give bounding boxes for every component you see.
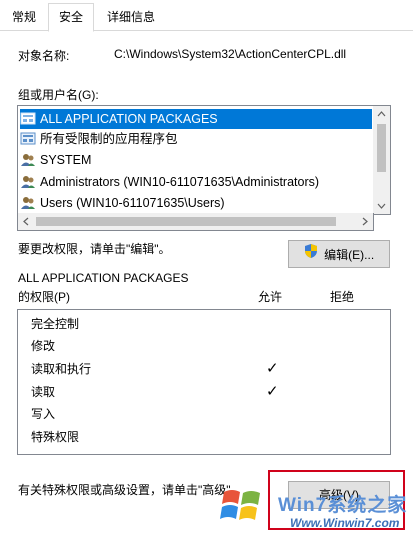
list-item[interactable]: SYSTEM	[20, 150, 91, 170]
change-permissions-text: 要更改权限，请单击"编辑"。	[18, 242, 171, 256]
principal-name: Users (WIN10-611071635\Users)	[40, 196, 225, 210]
permission-row: 完全控制	[31, 317, 80, 331]
edit-button-label: 编辑(E)...	[324, 247, 375, 262]
app-package-icon	[20, 111, 36, 127]
principal-name: 所有受限制的应用程序包	[40, 132, 178, 146]
watermark-text: Win7系统之家	[278, 495, 408, 516]
allow-read-check-icon: ✓	[266, 383, 279, 400]
deny-column-header: 拒绝	[330, 290, 355, 304]
watermark-url: Www.Winwin7.com	[290, 516, 400, 530]
permission-row: 特殊权限	[31, 430, 80, 444]
permission-row: 写入	[31, 407, 56, 421]
allow-read-execute-check-icon: ✓	[266, 360, 279, 377]
windows-logo-icon	[218, 482, 266, 530]
principal-name: Administrators (WIN10-611071635\Administ…	[40, 175, 320, 189]
allow-column-header: 允许	[258, 290, 283, 304]
list-item[interactable]: 所有受限制的应用程序包	[20, 129, 178, 149]
edit-button[interactable]: 编辑(E)...	[288, 240, 390, 268]
tab-bar: 常规 安全 详细信息	[0, 0, 413, 32]
users-group-icon	[20, 174, 36, 190]
uac-shield-icon	[304, 242, 318, 268]
object-name-value: C:\Windows\System32\ActionCenterCPL.dll	[114, 47, 347, 61]
vertical-scrollbar[interactable]	[373, 106, 390, 214]
users-group-icon	[20, 195, 36, 211]
permissions-list: 完全控制 修改 读取和执行 读取 写入 特殊权限 ✓ ✓	[17, 309, 391, 455]
list-item[interactable]: Administrators (WIN10-611071635\Administ…	[20, 172, 319, 192]
principal-name: SYSTEM	[40, 153, 92, 167]
object-name-label: 对象名称:	[18, 49, 70, 63]
permission-row: 修改	[31, 339, 56, 353]
users-group-icon	[20, 152, 36, 168]
permission-row: 读取	[31, 385, 56, 399]
app-package-icon	[20, 131, 36, 147]
tab-security[interactable]: 安全	[48, 3, 94, 32]
advanced-text: 有关特殊权限或高级设置，请单击"高级"。	[18, 483, 243, 497]
list-item[interactable]: Users (WIN10-611071635\Users)	[20, 193, 225, 213]
tab-details[interactable]: 详细信息	[100, 6, 162, 29]
permission-row: 读取和执行	[31, 362, 92, 376]
principals-list[interactable]: ALL APPLICATION PACKAGES 所有受限制的应用程序包 SYS…	[17, 105, 391, 215]
tab-general[interactable]: 常规	[6, 6, 42, 29]
permissions-label: 的权限(P)	[18, 290, 70, 304]
list-item[interactable]: ALL APPLICATION PACKAGES	[20, 109, 372, 129]
permissions-for-title: ALL APPLICATION PACKAGES	[18, 271, 189, 285]
horizontal-scrollbar[interactable]	[17, 213, 374, 231]
principal-name: ALL APPLICATION PACKAGES	[40, 112, 218, 126]
group-users-label: 组或用户名(G):	[18, 88, 99, 102]
